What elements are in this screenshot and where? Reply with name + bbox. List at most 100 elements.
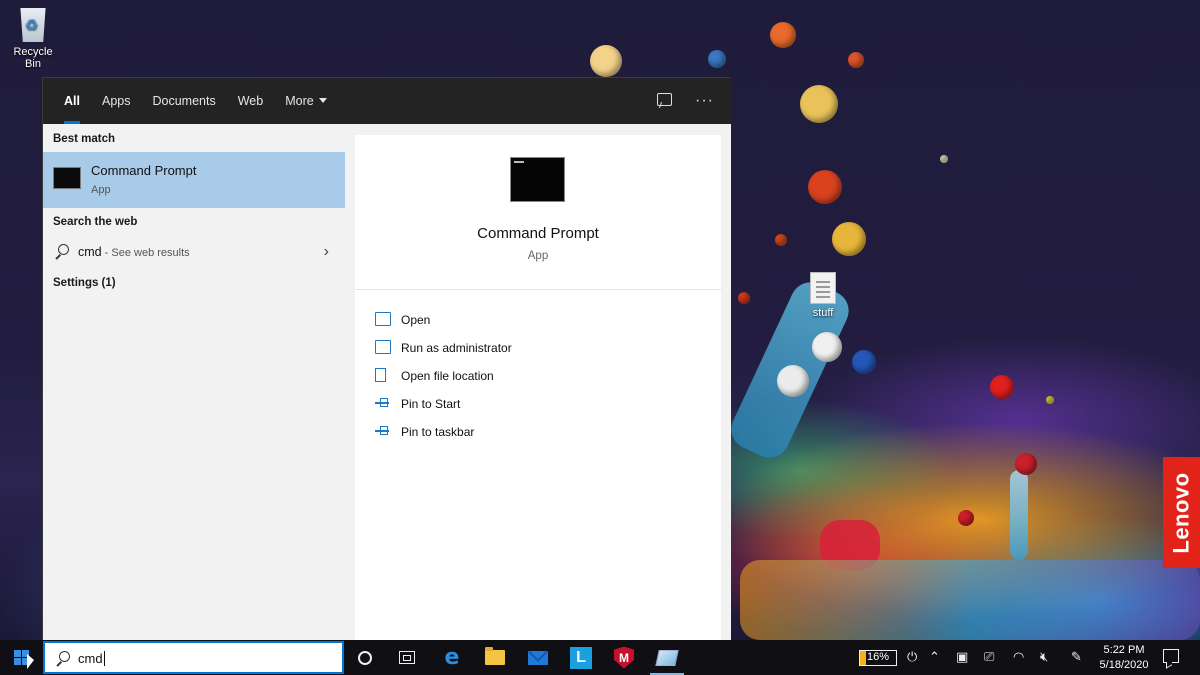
action-pin-to-taskbar-label: Pin to taskbar [401, 425, 475, 439]
tab-more-label: More [285, 94, 314, 108]
taskbar: cmd e L M 16% ⏻ ⌃ ▣ ⎚ ◠ 🔇︎ ✎ 5:22 PM 5/1… [0, 640, 1200, 675]
tab-more[interactable]: More [274, 78, 337, 124]
l-app-button[interactable]: L [560, 640, 602, 675]
system-clock[interactable]: 5:22 PM 5/18/2020 [1096, 643, 1152, 673]
tab-documents[interactable]: Documents [141, 78, 226, 124]
recycle-bin-icon [20, 8, 46, 42]
search-web-heading: Search the web [53, 216, 138, 228]
best-match-type: App [91, 184, 111, 196]
stuff-file-shortcut[interactable]: stuff [796, 272, 850, 319]
paint-drop [940, 155, 948, 163]
battery-level-fill [860, 651, 866, 665]
action-center-icon[interactable] [1163, 649, 1179, 663]
clock-date: 5/18/2020 [1099, 659, 1149, 671]
file-explorer-button[interactable] [474, 640, 516, 675]
cortana-button[interactable] [344, 640, 386, 675]
chevron-up-icon[interactable]: ⌃ [929, 649, 940, 665]
notes-app-button[interactable] [646, 640, 688, 675]
result-preview-pane: Command Prompt App Open Run as administr… [355, 135, 721, 641]
search-input-value[interactable]: cmd [78, 651, 105, 666]
paint-drop [958, 510, 974, 526]
action-run-as-admin-label: Run as administrator [401, 341, 512, 355]
clock-time: 5:22 PM [1103, 644, 1145, 656]
paint-drop [775, 234, 787, 246]
cortana-icon [358, 650, 372, 665]
edge-browser-icon: e [444, 645, 460, 670]
search-filter-bar: All Apps Documents Web More ··· [43, 78, 732, 124]
folder-icon [485, 647, 505, 665]
search-icon [55, 651, 70, 666]
battery-percent-label: 16% [866, 651, 890, 663]
paint-drop [852, 350, 876, 374]
task-view-icon [399, 651, 415, 664]
paint-drop [590, 45, 622, 77]
stuff-file-label: stuff [812, 307, 834, 319]
action-run-as-administrator[interactable]: Run as administrator [355, 335, 655, 363]
open-icon [375, 312, 391, 326]
feedback-icon[interactable] [655, 92, 673, 110]
command-prompt-icon [53, 167, 81, 189]
volume-muted-icon[interactable]: 🔇︎ [1040, 649, 1048, 665]
search-icon [54, 244, 69, 259]
start-button[interactable] [0, 640, 42, 675]
action-pin-to-start-label: Pin to Start [401, 397, 461, 411]
action-open[interactable]: Open [355, 307, 655, 335]
tab-web[interactable]: Web [227, 78, 274, 124]
preview-actions: Open Run as administrator Open file loca… [355, 307, 655, 447]
search-results-list: Best match Command Prompt App Search the… [43, 124, 345, 641]
web-search-result[interactable]: cmd - See web results › [43, 236, 345, 268]
action-pin-to-start[interactable]: Pin to Start [355, 391, 655, 419]
action-open-file-location[interactable]: Open file location [355, 363, 655, 391]
paint-drop [708, 50, 726, 68]
power-plug-icon[interactable]: ⏻ [907, 649, 917, 665]
mail-icon [528, 650, 548, 665]
taskbar-search-box[interactable]: cmd [43, 641, 344, 674]
paint-drop [800, 85, 838, 123]
best-match-result[interactable]: Command Prompt App [43, 152, 345, 208]
more-options-icon[interactable]: ··· [689, 92, 720, 110]
mcafee-shield-icon: M [614, 646, 634, 669]
paint-drop [808, 170, 842, 204]
command-prompt-large-icon [510, 157, 565, 202]
text-cursor [103, 651, 105, 666]
best-match-heading: Best match [53, 133, 115, 145]
device-icon[interactable]: ▣ [956, 649, 968, 665]
web-query: cmd [78, 245, 102, 259]
task-view-button[interactable] [386, 640, 428, 675]
l-app-icon: L [570, 646, 592, 669]
paint-drop [777, 365, 809, 397]
paint-drop [990, 375, 1014, 399]
wifi-icon[interactable]: ◠ [1013, 649, 1024, 665]
paint-drop [832, 222, 866, 256]
chevron-down-icon [318, 98, 327, 104]
preview-type: App [527, 250, 549, 262]
paint-drop [1046, 396, 1054, 404]
settings-heading[interactable]: Settings (1) [43, 277, 116, 289]
mcafee-button[interactable]: M [603, 640, 645, 675]
search-flyout: All Apps Documents Web More ··· Best mat… [42, 77, 732, 641]
paint-drop [812, 332, 842, 362]
file-location-icon [375, 368, 386, 382]
best-match-title: Command Prompt [91, 163, 197, 178]
recycle-bin-label: Recycle Bin [13, 46, 53, 70]
paint-drop [848, 52, 864, 68]
paint-drop [1015, 453, 1037, 475]
battery-indicator[interactable]: 16% [859, 650, 897, 666]
search-query-text: cmd [78, 651, 103, 666]
action-open-file-location-label: Open file location [401, 369, 494, 383]
mail-button[interactable] [517, 640, 559, 675]
action-pin-to-taskbar[interactable]: Pin to taskbar [355, 419, 655, 447]
document-icon [810, 272, 836, 304]
pen-icon[interactable]: ✎ [1071, 649, 1082, 665]
usb-device-icon[interactable]: ⎚ [984, 649, 994, 665]
edge-button[interactable]: e [431, 640, 473, 675]
tab-apps[interactable]: Apps [91, 78, 142, 124]
web-suffix: - See web results [101, 247, 190, 259]
lenovo-logo: Lenovo [1163, 457, 1200, 568]
web-search-text: cmd - See web results [78, 245, 190, 259]
paint-drop [770, 22, 796, 48]
preview-title: Command Prompt [477, 225, 599, 242]
recycle-bin-shortcut[interactable]: Recycle Bin [4, 8, 62, 70]
chevron-right-icon[interactable]: › [324, 243, 329, 261]
tab-all[interactable]: All [53, 78, 91, 124]
